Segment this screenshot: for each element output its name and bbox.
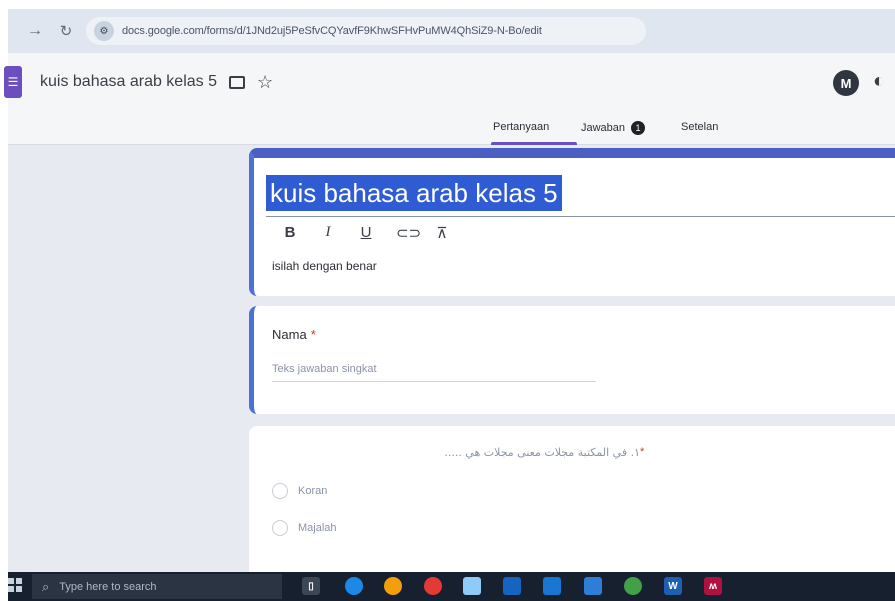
tab-settings[interactable]: Setelan — [681, 121, 718, 133]
tabs-bar: Pertanyaan Jawaban 1 Setelan — [8, 111, 895, 145]
short-answer-placeholder: Teks jawaban singkat — [272, 363, 377, 375]
short-answer-line — [272, 381, 596, 382]
clear-formatting-icon[interactable]: ⊼ — [434, 224, 450, 242]
question-card-nama[interactable] — [249, 306, 895, 414]
addon-icon[interactable]: M — [833, 70, 859, 96]
underline-button[interactable]: U — [358, 224, 374, 242]
firefox-icon[interactable] — [384, 577, 402, 595]
question-1-text: ١. في المكتبة مجلات معنى مجلات هي ..... — [444, 446, 640, 459]
screen: → ↻ ⚙ docs.google.com/forms/d/1JNd2uj5Pe… — [0, 0, 895, 601]
mail-icon[interactable] — [503, 577, 521, 595]
responses-count-badge: 1 — [631, 121, 646, 135]
link-icon[interactable]: ⊂⊃ — [396, 224, 421, 242]
star-icon[interactable]: ☆ — [257, 72, 273, 93]
chrome-icon[interactable] — [624, 577, 642, 595]
form-description[interactable]: isilah dengan benar — [272, 259, 377, 273]
address-bar[interactable]: ⚙ docs.google.com/forms/d/1JNd2uj5PeSfvC… — [86, 17, 646, 45]
question-nama-text: Nama — [272, 327, 307, 342]
windows-start-icon[interactable] — [8, 578, 22, 592]
taskbar-search-box[interactable]: ⌕ Type here to search — [32, 574, 282, 599]
formatting-toolbar: B I U ⊂⊃ ⊼ — [282, 224, 450, 242]
app-icon[interactable] — [463, 577, 481, 595]
reload-icon[interactable]: ↻ — [54, 22, 78, 40]
form-title-input[interactable]: kuis bahasa arab kelas 5 — [266, 175, 562, 211]
access-icon[interactable]: ʍ — [704, 577, 722, 595]
document-title[interactable]: kuis bahasa arab kelas 5 — [40, 73, 217, 91]
radio-option-1[interactable] — [272, 483, 288, 499]
required-mark: * — [310, 327, 316, 342]
tab-questions[interactable]: Pertanyaan — [493, 121, 549, 133]
question-1-required-mark: * — [640, 446, 645, 458]
option-2-label: Majalah — [298, 522, 337, 534]
forms-logo-icon[interactable]: ☰ — [4, 66, 22, 98]
folder-app-icon[interactable] — [584, 577, 602, 595]
title-underline — [266, 216, 895, 217]
task-view-icon[interactable]: ▯ — [302, 577, 320, 595]
palette-icon[interactable]: ◐ — [873, 70, 895, 96]
form-title-card[interactable] — [249, 148, 895, 296]
radio-option-2[interactable] — [272, 520, 288, 536]
question-nama-label: Nama * — [272, 327, 316, 342]
tab-responses[interactable]: Jawaban 1 — [581, 121, 646, 135]
edge-browser-icon[interactable] — [345, 577, 363, 595]
forward-arrow-icon[interactable]: → — [22, 22, 48, 40]
forms-header: ☰ kuis bahasa arab kelas 5 ☆ M ◐ — [4, 53, 895, 111]
browser-toolbar: → ↻ ⚙ docs.google.com/forms/d/1JNd2uj5Pe… — [8, 9, 895, 53]
windows-taskbar: ⌕ Type here to search ▯ W ʍ — [8, 572, 895, 601]
store-icon[interactable] — [543, 577, 561, 595]
search-icon: ⌕ — [42, 578, 50, 594]
url-text: docs.google.com/forms/d/1JNd2uj5PeSfvCQY… — [122, 25, 542, 37]
italic-button[interactable]: I — [320, 224, 336, 242]
taskbar-search-placeholder: Type here to search — [59, 580, 157, 593]
folder-icon[interactable] — [229, 75, 245, 89]
bold-button[interactable]: B — [282, 224, 298, 242]
tab-responses-label: Jawaban — [581, 121, 626, 134]
site-settings-icon[interactable]: ⚙ — [94, 21, 114, 41]
word-icon[interactable]: W — [664, 577, 682, 595]
option-1-label: Koran — [298, 485, 328, 497]
opera-icon[interactable] — [424, 577, 442, 595]
